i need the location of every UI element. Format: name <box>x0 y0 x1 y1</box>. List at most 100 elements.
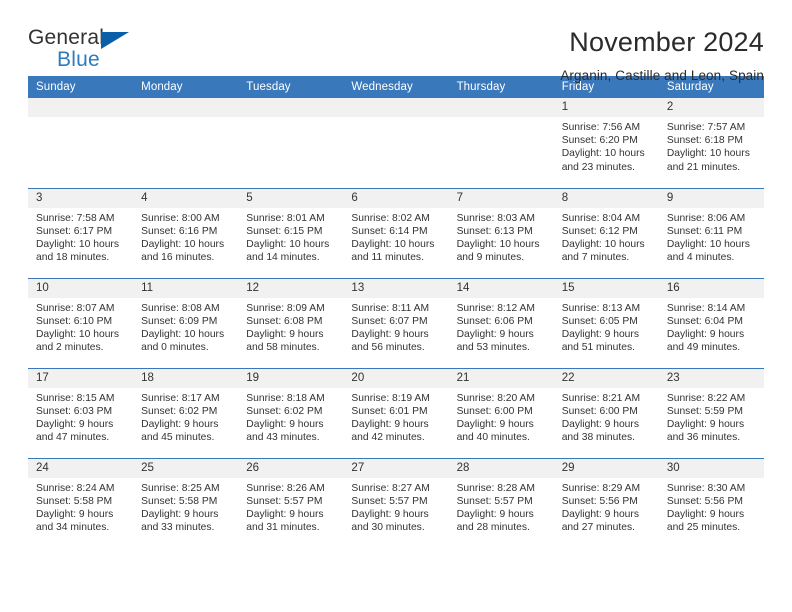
sunrise-text: Sunrise: 8:12 AM <box>456 302 535 314</box>
calendar-day-cell[interactable]: 4 Sunrise: 8:00 AM Sunset: 6:16 PM Daylight… <box>133 187 239 278</box>
sunrise-text: Sunrise: 8:03 AM <box>456 212 535 224</box>
daylight-text: Daylight: 10 hours and 4 minutes. <box>666 238 750 264</box>
day-details: Sunrise: 8:22 AM Sunset: 5:59 PM Daylight:… <box>659 388 764 445</box>
daylight-text: Daylight: 10 hours and 11 minutes. <box>351 238 435 264</box>
calendar-day-cell[interactable]: 9 Sunrise: 8:06 AM Sunset: 6:11 PM Daylight… <box>658 187 764 278</box>
calendar-day-cell[interactable]: 3 Sunrise: 7:58 AM Sunset: 6:17 PM Daylight… <box>28 187 134 278</box>
daylight-text: Daylight: 10 hours and 23 minutes. <box>561 148 645 173</box>
sunset-text: Sunset: 5:59 PM <box>666 405 743 417</box>
calendar-week-row: 1 Sunrise: 7:56 AM Sunset: 6:20 PM Daylight… <box>28 98 764 188</box>
daylight-text: Daylight: 9 hours and 30 minutes. <box>351 508 429 534</box>
daylight-text: Daylight: 9 hours and 27 minutes. <box>561 508 639 534</box>
calendar-day-cell[interactable]: 1 Sunrise: 7:56 AM Sunset: 6:20 PM Daylight… <box>553 98 659 188</box>
sunset-text: Sunset: 6:03 PM <box>36 405 113 417</box>
day-number <box>343 98 449 117</box>
sunset-text: Sunset: 5:56 PM <box>561 495 638 507</box>
day-number <box>448 98 554 117</box>
day-number: 30 <box>658 458 764 478</box>
sunrise-text: Sunrise: 8:19 AM <box>351 392 430 404</box>
sunrise-text: Sunrise: 8:25 AM <box>141 482 220 494</box>
daylight-text: Daylight: 9 hours and 28 minutes. <box>456 508 534 534</box>
sunset-text: Sunset: 6:00 PM <box>456 405 533 417</box>
sunrise-text: Sunrise: 8:01 AM <box>246 212 325 224</box>
title-block: November 2024 Arganin, Castille and Leon… <box>560 27 764 82</box>
day-details: Sunrise: 7:58 AM Sunset: 6:17 PM Daylight:… <box>28 208 133 265</box>
daylight-text: Daylight: 9 hours and 40 minutes. <box>456 418 534 444</box>
calendar-day-cell[interactable]: 2 Sunrise: 7:57 AM Sunset: 6:18 PM Daylight… <box>658 98 764 188</box>
calendar-day-cell[interactable]: 16 Sunrise: 8:14 AM Sunset: 6:04 PM Dayligh… <box>658 277 764 368</box>
day-number: 21 <box>448 368 554 388</box>
sunrise-text: Sunrise: 8:30 AM <box>666 482 746 494</box>
calendar-day-cell[interactable]: 18 Sunrise: 8:17 AM Sunset: 6:02 PM Dayligh… <box>133 367 239 458</box>
daylight-text: Daylight: 10 hours and 16 minutes. <box>141 238 225 264</box>
daylight-text: Daylight: 9 hours and 34 minutes. <box>36 508 114 534</box>
calendar-day-cell-empty <box>448 98 554 188</box>
day-details: Sunrise: 8:13 AM Sunset: 6:05 PM Daylight:… <box>554 298 659 355</box>
sunrise-text: Sunrise: 8:15 AM <box>36 392 115 404</box>
day-details: Sunrise: 8:09 AM Sunset: 6:08 PM Daylight:… <box>238 298 343 355</box>
day-number: 24 <box>28 458 134 478</box>
calendar-day-cell[interactable]: 13 Sunrise: 8:11 AM Sunset: 6:07 PM Dayligh… <box>343 277 449 368</box>
calendar-day-cell[interactable]: 23 Sunrise: 8:22 AM Sunset: 5:59 PM Dayligh… <box>658 367 764 458</box>
day-number: 29 <box>553 458 659 478</box>
sunrise-text: Sunrise: 8:13 AM <box>561 302 641 314</box>
logo-text-blue: Blue <box>57 48 100 71</box>
daylight-text: Daylight: 9 hours and 43 minutes. <box>246 418 324 444</box>
sunset-text: Sunset: 6:02 PM <box>246 405 323 417</box>
calendar-day-cell[interactable]: 17 Sunrise: 8:15 AM Sunset: 6:03 PM Dayligh… <box>28 367 134 458</box>
calendar-day-cell[interactable]: 10 Sunrise: 8:07 AM Sunset: 6:10 PM Dayligh… <box>28 277 134 368</box>
day-number: 7 <box>448 188 554 208</box>
calendar-day-cell[interactable]: 19 Sunrise: 8:18 AM Sunset: 6:02 PM Dayligh… <box>238 367 344 458</box>
day-number: 23 <box>658 368 764 388</box>
day-number: 10 <box>28 278 134 298</box>
sunset-text: Sunset: 6:15 PM <box>246 225 323 237</box>
calendar-day-cell[interactable]: 28 Sunrise: 8:28 AM Sunset: 5:57 PM Dayligh… <box>448 457 554 548</box>
sunset-text: Sunset: 5:56 PM <box>666 495 743 507</box>
brand-logo[interactable]: General Blue <box>28 27 148 77</box>
calendar-day-cell[interactable]: 21 Sunrise: 8:20 AM Sunset: 6:00 PM Dayligh… <box>448 367 554 458</box>
day-number: 27 <box>343 458 449 478</box>
day-details: Sunrise: 8:19 AM Sunset: 6:01 PM Daylight:… <box>343 388 448 445</box>
calendar-day-cell[interactable]: 5 Sunrise: 8:01 AM Sunset: 6:15 PM Daylight… <box>238 187 344 278</box>
calendar-day-cell[interactable]: 14 Sunrise: 8:12 AM Sunset: 6:06 PM Dayligh… <box>448 277 554 368</box>
sunset-text: Sunset: 5:57 PM <box>246 495 323 507</box>
sunset-text: Sunset: 6:16 PM <box>141 225 218 237</box>
calendar-day-cell[interactable]: 30 Sunrise: 8:30 AM Sunset: 5:56 PM Dayligh… <box>658 457 764 548</box>
calendar-day-cell[interactable]: 26 Sunrise: 8:26 AM Sunset: 5:57 PM Dayligh… <box>238 457 344 548</box>
day-number: 28 <box>448 458 554 478</box>
sunrise-text: Sunrise: 8:27 AM <box>351 482 430 494</box>
calendar-day-cell[interactable]: 20 Sunrise: 8:19 AM Sunset: 6:01 PM Dayligh… <box>343 367 449 458</box>
day-number: 3 <box>28 188 134 208</box>
calendar-day-cell[interactable]: 27 Sunrise: 8:27 AM Sunset: 5:57 PM Dayligh… <box>343 457 449 548</box>
calendar-day-cell-empty <box>238 98 344 188</box>
daylight-text: Daylight: 10 hours and 7 minutes. <box>561 238 645 264</box>
calendar-day-cell[interactable]: 15 Sunrise: 8:13 AM Sunset: 6:05 PM Dayligh… <box>553 277 659 368</box>
calendar-day-cell[interactable]: 24 Sunrise: 8:24 AM Sunset: 5:58 PM Dayligh… <box>28 457 134 548</box>
sunset-text: Sunset: 6:17 PM <box>36 225 113 237</box>
sunrise-text: Sunrise: 8:14 AM <box>666 302 746 314</box>
calendar-day-cell[interactable]: 8 Sunrise: 8:04 AM Sunset: 6:12 PM Daylight… <box>553 187 659 278</box>
calendar-week-row: 10 Sunrise: 8:07 AM Sunset: 6:10 PM Dayligh… <box>28 277 764 368</box>
sunset-text: Sunset: 6:13 PM <box>456 225 533 237</box>
calendar-day-cell[interactable]: 7 Sunrise: 8:03 AM Sunset: 6:13 PM Daylight… <box>448 187 554 278</box>
sunset-text: Sunset: 6:08 PM <box>246 315 323 327</box>
calendar-day-cell[interactable]: 29 Sunrise: 8:29 AM Sunset: 5:56 PM Dayligh… <box>553 457 659 548</box>
calendar-day-cell[interactable]: 25 Sunrise: 8:25 AM Sunset: 5:58 PM Dayligh… <box>133 457 239 548</box>
daylight-text: Daylight: 9 hours and 49 minutes. <box>666 328 745 354</box>
daylight-text: Daylight: 9 hours and 25 minutes. <box>666 508 745 534</box>
daylight-text: Daylight: 10 hours and 18 minutes. <box>36 238 119 264</box>
day-details: Sunrise: 8:03 AM Sunset: 6:13 PM Daylight:… <box>449 208 554 265</box>
day-number: 5 <box>238 188 344 208</box>
calendar-day-cell[interactable]: 6 Sunrise: 8:02 AM Sunset: 6:14 PM Daylight… <box>343 187 449 278</box>
weekday-header-tuesday: Tuesday <box>238 76 344 98</box>
calendar-day-cell[interactable]: 12 Sunrise: 8:09 AM Sunset: 6:08 PM Dayligh… <box>238 277 344 368</box>
sunset-text: Sunset: 6:02 PM <box>141 405 218 417</box>
day-details: Sunrise: 8:18 AM Sunset: 6:02 PM Daylight:… <box>238 388 343 445</box>
calendar-day-cell[interactable]: 11 Sunrise: 8:08 AM Sunset: 6:09 PM Dayligh… <box>133 277 239 368</box>
sunrise-text: Sunrise: 8:07 AM <box>36 302 115 314</box>
day-details: Sunrise: 8:21 AM Sunset: 6:00 PM Daylight:… <box>554 388 659 445</box>
sunset-text: Sunset: 6:20 PM <box>561 135 638 147</box>
sunrise-text: Sunrise: 8:06 AM <box>666 212 746 224</box>
daylight-text: Daylight: 9 hours and 38 minutes. <box>561 418 639 444</box>
calendar-day-cell[interactable]: 22 Sunrise: 8:21 AM Sunset: 6:00 PM Dayligh… <box>553 367 659 458</box>
